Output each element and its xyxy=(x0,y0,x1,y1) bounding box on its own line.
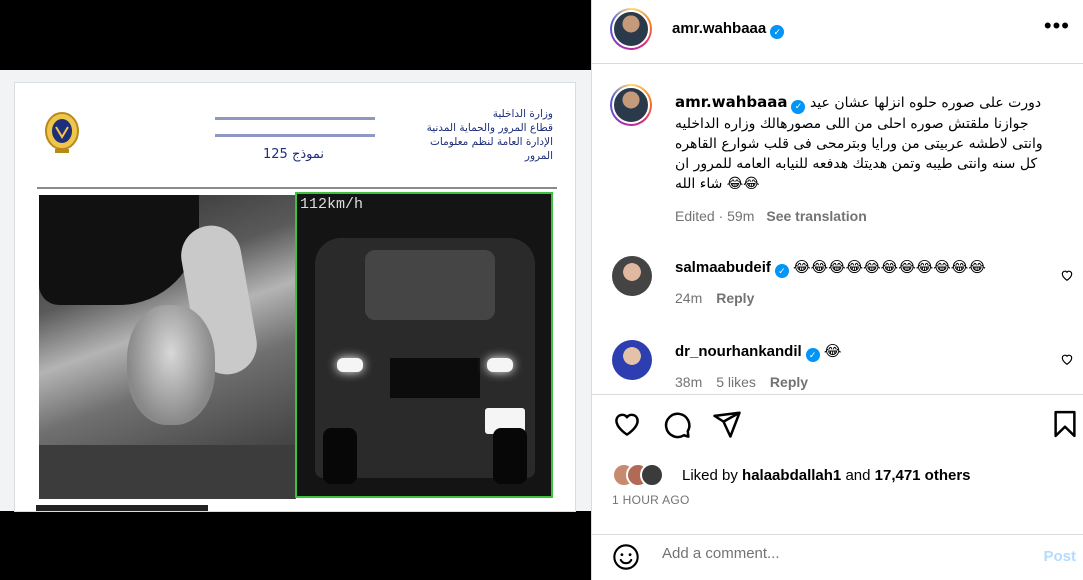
heart-icon[interactable] xyxy=(612,409,642,439)
comment-body: dr_nourhankandil ✓ 😂 xyxy=(675,342,841,362)
comment-like-heart-icon[interactable] xyxy=(1060,352,1074,366)
comment-meta: 38m 5 likes Reply xyxy=(675,374,822,390)
comment-item: salmaabudeif ✓ 😂😂😂😂😂😂😂😂😂😂😂 24m Reply xyxy=(592,256,1083,326)
post-comment-button[interactable]: Post xyxy=(1043,548,1076,565)
post-actions: Liked by halaabdallah1 and 17,471 others… xyxy=(592,394,1083,538)
commenter-avatar[interactable] xyxy=(612,340,652,380)
verified-badge-icon: ✓ xyxy=(774,264,789,278)
ministry-line: الإدارة العامة لنظم معلومات المرور xyxy=(430,136,553,162)
post-media[interactable]: نموذج 125 وزارة الداخلية قطاع المرور وال… xyxy=(0,0,591,580)
commenter-username[interactable]: dr_nourhankandil xyxy=(675,343,802,360)
liker-avatars xyxy=(612,463,670,489)
ministry-seal-icon xyxy=(45,112,79,153)
ministry-line: قطاع المرور والحماية المدنية xyxy=(426,122,553,134)
document-sheet: نموذج 125 وزارة الداخلية قطاع المرور وال… xyxy=(14,82,576,512)
add-comment-bar: Post xyxy=(592,534,1083,580)
comment-likes[interactable]: 5 likes xyxy=(716,374,756,390)
commenter-avatar[interactable] xyxy=(612,256,652,296)
reply-button[interactable]: Reply xyxy=(716,290,754,306)
caption: amr.wahbaaa ✓ دورت على صوره حلوه انزلها ع… xyxy=(675,92,1055,226)
comment-input[interactable] xyxy=(662,545,1002,562)
verified-badge-icon: ✓ xyxy=(770,25,785,39)
likes-count[interactable]: 17,471 others xyxy=(875,467,971,484)
verified-badge-icon: ✓ xyxy=(805,348,820,362)
edited-time: Edited · 59m xyxy=(675,208,755,224)
caption-author-username[interactable]: amr.wahbaaa xyxy=(675,93,787,111)
likes-text[interactable]: Liked by halaabdallah1 and 17,471 others xyxy=(682,467,971,484)
speed-readout: 112km/h xyxy=(300,196,364,213)
comment-time: 38m xyxy=(675,374,703,390)
car xyxy=(315,238,535,484)
see-translation-button[interactable]: See translation xyxy=(766,208,866,224)
post-header: amr.wahbaaa ✓ ••• xyxy=(592,0,1083,64)
vehicle-camera-photo: 112km/h xyxy=(295,192,553,498)
document-divider xyxy=(37,187,557,189)
traffic-violation-document: نموذج 125 وزارة الداخلية قطاع المرور وال… xyxy=(0,70,591,512)
driver-camera-photo xyxy=(39,195,296,499)
form-number: نموذج 125 xyxy=(263,147,324,162)
reply-button[interactable]: Reply xyxy=(770,374,808,390)
caption-meta: Edited · 59m See translation xyxy=(675,206,1055,226)
comment-meta: 24m Reply xyxy=(675,290,768,306)
comment-body: salmaabudeif ✓ 😂😂😂😂😂😂😂😂😂😂😂 xyxy=(675,258,986,278)
comment-like-heart-icon[interactable] xyxy=(1060,268,1074,282)
comments-area[interactable]: amr.wahbaaa ✓ دورت على صوره حلوه انزلها ع… xyxy=(592,64,1083,394)
save-icon[interactable] xyxy=(1050,409,1080,439)
comment-item: dr_nourhankandil ✓ 😂 38m 5 likes Reply xyxy=(592,340,1083,394)
likes-prefix: Liked by xyxy=(682,467,738,484)
more-icon[interactable]: ••• xyxy=(1044,15,1070,37)
comment-icon[interactable] xyxy=(662,409,692,439)
author-avatar[interactable] xyxy=(610,8,652,50)
commenter-username[interactable]: salmaabudeif xyxy=(675,259,771,276)
author-username[interactable]: amr.wahbaaa ✓ xyxy=(672,20,785,39)
comment-text: 😂😂😂😂😂😂😂😂😂😂😂 xyxy=(793,259,986,276)
ministry-header: وزارة الداخلية قطاع المرور والحماية المد… xyxy=(403,107,553,163)
caption-author-avatar[interactable] xyxy=(610,84,652,126)
smile-icon[interactable] xyxy=(612,543,640,571)
document-header-lines xyxy=(215,117,375,151)
liked-by-user[interactable]: halaabdallah1 xyxy=(742,467,841,484)
ministry-line: وزارة الداخلية xyxy=(492,108,553,120)
likes-and: and xyxy=(845,467,871,484)
post-side-panel: amr.wahbaaa ✓ ••• amr.wahbaaa ✓ دورت على ص… xyxy=(591,0,1083,580)
share-icon[interactable] xyxy=(712,409,742,439)
comment-text: 😂 xyxy=(823,343,842,360)
author-name-text[interactable]: amr.wahbaaa xyxy=(672,20,766,37)
comment-time: 24m xyxy=(675,290,703,306)
post-timestamp[interactable]: 1 HOUR AGO xyxy=(612,493,690,507)
verified-badge-icon: ✓ xyxy=(791,100,806,114)
